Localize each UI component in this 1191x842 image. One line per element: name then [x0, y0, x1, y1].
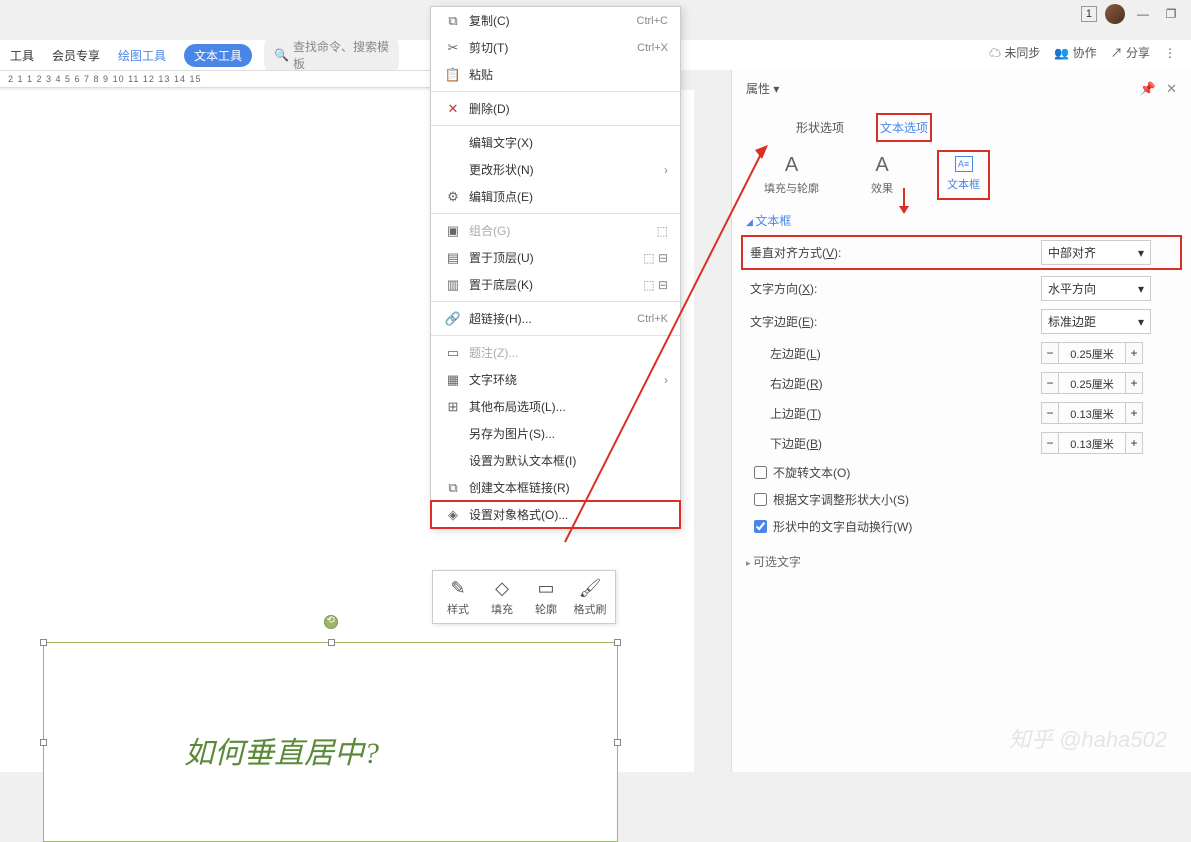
- more-icon[interactable]: ⋮: [1164, 46, 1176, 60]
- pin-icon[interactable]: 📌: [1140, 81, 1156, 97]
- textbox-content: 如何垂直居中?: [184, 728, 379, 772]
- bucket-icon: ◇: [495, 577, 509, 599]
- textbox-link-icon: ⧉: [443, 480, 463, 496]
- style-button[interactable]: ✎样式: [437, 575, 479, 619]
- tab-draw-tools[interactable]: 绘图工具: [118, 47, 166, 64]
- resize-handle-nw[interactable]: [40, 639, 47, 646]
- group-icon: ▣: [443, 223, 463, 239]
- outline-button[interactable]: ▭轮廓: [525, 575, 567, 619]
- checkbox-no-rotate[interactable]: 不旋转文本(O): [754, 464, 1177, 481]
- margin-select[interactable]: 标准边距▾: [1041, 309, 1151, 334]
- paste-icon: 📋: [443, 67, 463, 83]
- row-text-direction: 文字方向(X): 水平方向▾: [746, 276, 1177, 301]
- fill-a-icon: A: [785, 154, 798, 176]
- tab-text-tools[interactable]: 文本工具: [184, 44, 252, 67]
- search-icon: 🔍: [274, 48, 289, 62]
- delete-icon: ✕: [443, 101, 463, 117]
- top-right-actions: ☁ 未同步 👥 协作 ↗ 分享 ⋮: [989, 44, 1176, 61]
- valign-select[interactable]: 中部对齐▾: [1041, 240, 1151, 265]
- maximize-button[interactable]: ❐: [1161, 4, 1181, 24]
- left-margin-plus[interactable]: +: [1125, 342, 1143, 364]
- top-margin-minus[interactable]: −: [1041, 402, 1059, 424]
- chevron-down-icon: ▾: [1138, 315, 1144, 329]
- mini-format-toolbar: ✎样式 ◇填充 ▭轮廓 🖌格式刷: [432, 570, 616, 624]
- chevron-down-icon: ▾: [1138, 246, 1144, 260]
- row-vertical-align: 垂直对齐方式(V): 中部对齐▾: [743, 237, 1180, 268]
- tab-member[interactable]: 会员专享: [52, 47, 100, 64]
- search-input[interactable]: 🔍 查找命令、搜索模板: [264, 35, 399, 75]
- left-margin-minus[interactable]: −: [1041, 342, 1059, 364]
- annotation-arrow-long: [560, 145, 770, 545]
- checkbox-wrap[interactable]: 形状中的文字自动换行(W): [754, 518, 1177, 535]
- fill-button[interactable]: ◇填充: [481, 575, 523, 619]
- paintbrush-icon: 🖌: [579, 577, 602, 599]
- avatar[interactable]: [1105, 4, 1125, 24]
- properties-panel: 属性 ▾ 📌✕ 形状选项 文本选项 A填充与轮廓 A效果 A≡文本框 文本框 垂…: [731, 70, 1191, 772]
- rotate-handle[interactable]: [324, 615, 338, 629]
- top-margin-value[interactable]: 0.13厘米: [1059, 402, 1125, 424]
- cut-icon: ✂: [443, 40, 463, 56]
- wrap-icon: ▦: [443, 372, 463, 388]
- resize-handle-w[interactable]: [40, 739, 47, 746]
- row-bottom-margin: 下边距(B) −0.13厘米+: [746, 432, 1177, 454]
- menu-paste[interactable]: 📋粘贴: [431, 61, 680, 88]
- right-margin-minus[interactable]: −: [1041, 372, 1059, 394]
- section-textbox[interactable]: 文本框: [746, 212, 1177, 229]
- back-icon: ▥: [443, 277, 463, 293]
- link-icon: 🔗: [443, 311, 463, 327]
- vertex-icon: ⚙: [443, 189, 463, 205]
- share-button[interactable]: ↗ 分享: [1111, 44, 1150, 61]
- resize-handle-n[interactable]: [328, 639, 335, 646]
- row-top-margin: 上边距(T) −0.13厘米+: [746, 402, 1177, 424]
- resize-handle-e[interactable]: [614, 739, 621, 746]
- checkbox-autofit[interactable]: 根据文字调整形状大小(S): [754, 491, 1177, 508]
- left-margin-value[interactable]: 0.25厘米: [1059, 342, 1125, 364]
- minimize-button[interactable]: —: [1133, 4, 1153, 24]
- row-text-margin: 文字边距(E): 标准边距▾: [746, 309, 1177, 334]
- subtab-textbox[interactable]: A≡文本框: [939, 152, 988, 198]
- menu-copy[interactable]: ⧉复制(C)Ctrl+C: [431, 7, 680, 34]
- chevron-down-icon: ▾: [1138, 282, 1144, 296]
- copy-icon: ⧉: [443, 13, 463, 29]
- panel-tab-text[interactable]: 文本选项: [876, 113, 932, 142]
- horizontal-ruler: 2 1 1 2 3 4 5 6 7 8 9 10 11 12 13 14 15: [0, 70, 430, 88]
- sync-status[interactable]: ☁ 未同步: [989, 44, 1040, 61]
- bottom-margin-minus[interactable]: −: [1041, 432, 1059, 454]
- row-left-margin: 左边距(L) −0.25厘米+: [746, 342, 1177, 364]
- bottom-margin-plus[interactable]: +: [1125, 432, 1143, 454]
- textbox-icon: A≡: [955, 156, 973, 172]
- layout-icon: ⊞: [443, 399, 463, 415]
- annotation-arrow-down: [894, 188, 914, 214]
- close-panel-icon[interactable]: ✕: [1166, 81, 1177, 97]
- effect-a-icon: A: [875, 154, 888, 176]
- textdir-select[interactable]: 水平方向▾: [1041, 276, 1151, 301]
- textbox-shape[interactable]: 如何垂直居中?: [43, 642, 618, 842]
- bottom-margin-value[interactable]: 0.13厘米: [1059, 432, 1125, 454]
- menu-cut[interactable]: ✂剪切(T)Ctrl+X: [431, 34, 680, 61]
- resize-handle-ne[interactable]: [614, 639, 621, 646]
- outline-icon: ▭: [537, 577, 554, 599]
- panel-tab-shape[interactable]: 形状选项: [794, 115, 846, 140]
- caption-icon: ▭: [443, 345, 463, 361]
- brush-icon: ✎: [450, 577, 465, 599]
- panel-title: 属性 ▾: [746, 80, 779, 97]
- top-margin-plus[interactable]: +: [1125, 402, 1143, 424]
- row-right-margin: 右边距(R) −0.25厘米+: [746, 372, 1177, 394]
- right-margin-plus[interactable]: +: [1125, 372, 1143, 394]
- section-alt-text[interactable]: 可选文字: [746, 553, 1177, 570]
- format-painter-button[interactable]: 🖌格式刷: [569, 575, 611, 619]
- collab-button[interactable]: 👥 协作: [1054, 44, 1096, 61]
- tab-tools[interactable]: 工具: [10, 47, 34, 64]
- tab-count-badge: 1: [1081, 6, 1097, 22]
- menu-delete[interactable]: ✕删除(D): [431, 95, 680, 122]
- front-icon: ▤: [443, 250, 463, 266]
- right-margin-value[interactable]: 0.25厘米: [1059, 372, 1125, 394]
- format-icon: ◈: [443, 507, 463, 523]
